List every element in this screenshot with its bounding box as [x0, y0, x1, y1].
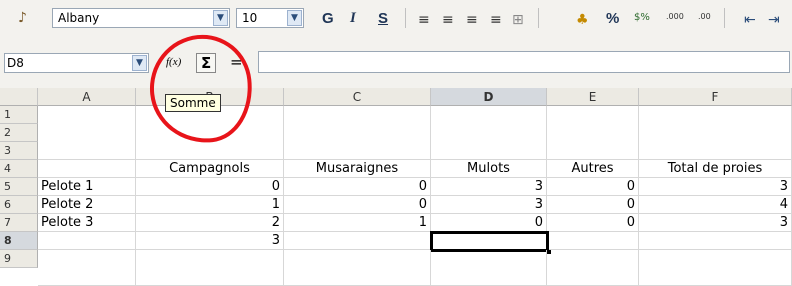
- grid-cell[interactable]: 0: [547, 214, 639, 232]
- cell-reference: D8: [7, 56, 24, 70]
- grid-cell[interactable]: [549, 232, 639, 250]
- grid-cell[interactable]: [284, 232, 431, 250]
- number-format-button[interactable]: $%: [634, 12, 650, 23]
- grid-cell[interactable]: 1: [284, 214, 431, 232]
- align-center-icon[interactable]: ≡: [442, 12, 454, 28]
- grid-cell[interactable]: 1: [136, 196, 284, 214]
- merge-cells-icon[interactable]: ⊞: [512, 12, 524, 28]
- table-row-label[interactable]: Pelote 3: [38, 214, 136, 232]
- header-cell-c4[interactable]: Musaraignes: [284, 160, 431, 178]
- grid-cell[interactable]: 2: [136, 214, 284, 232]
- currency-format-icon[interactable]: ♣: [576, 12, 589, 28]
- grid-cell[interactable]: 4: [639, 196, 792, 214]
- row-header-3[interactable]: 3: [0, 142, 38, 160]
- grid-cell[interactable]: [547, 250, 639, 286]
- justify-icon[interactable]: ≡: [490, 12, 502, 28]
- row-header-9[interactable]: 9: [0, 250, 38, 268]
- grid-cell[interactable]: [639, 250, 792, 286]
- styles-icon[interactable]: ♪: [18, 10, 27, 26]
- grid-cell[interactable]: [284, 250, 431, 286]
- name-box[interactable]: D8 ▼: [4, 53, 149, 73]
- formatting-toolbar: ♪ Albany ▼ 10 ▼ G I S ≡ ≡ ≡ ≡ ⊞ ♣ % $% .…: [0, 0, 792, 34]
- font-size-value: 10: [242, 11, 258, 25]
- grid-cell[interactable]: [431, 250, 547, 286]
- bold-button[interactable]: G: [322, 10, 334, 27]
- select-all-corner[interactable]: [0, 88, 38, 106]
- row-header-2[interactable]: 2: [0, 124, 38, 142]
- grid-cell[interactable]: 3: [431, 196, 547, 214]
- column-header-d[interactable]: D: [431, 88, 547, 106]
- align-left-icon[interactable]: ≡: [418, 12, 430, 28]
- increase-indent-icon[interactable]: ⇥: [768, 12, 780, 28]
- grid-cell[interactable]: [547, 106, 639, 160]
- row-header-8[interactable]: 8: [0, 232, 38, 250]
- grid-cell[interactable]: 0: [431, 214, 547, 232]
- grid-cell[interactable]: [38, 232, 136, 250]
- formula-input[interactable]: [258, 51, 790, 73]
- toolbar-separator: [405, 8, 406, 28]
- grid-cell[interactable]: 3: [431, 178, 547, 196]
- grid-cell[interactable]: [639, 232, 792, 250]
- grid-cell[interactable]: 0: [547, 178, 639, 196]
- toolbar-separator: [724, 8, 725, 28]
- grid-cell[interactable]: 3: [136, 232, 284, 250]
- align-right-icon[interactable]: ≡: [466, 12, 478, 28]
- remove-decimal-button[interactable]: .00: [698, 12, 711, 21]
- grid-cell[interactable]: [284, 106, 431, 160]
- header-cell-d4[interactable]: Mulots: [431, 160, 547, 178]
- grid-cell[interactable]: [431, 106, 547, 160]
- grid-cell[interactable]: [38, 250, 136, 286]
- grid-cell[interactable]: [38, 106, 136, 160]
- row-header-4[interactable]: 4: [0, 160, 38, 178]
- italic-button[interactable]: I: [350, 10, 356, 27]
- chevron-down-icon[interactable]: ▼: [213, 10, 228, 26]
- underline-button[interactable]: S: [378, 10, 388, 27]
- chevron-down-icon[interactable]: ▼: [132, 55, 147, 71]
- formula-bar: D8 ▼ f(x) Σ =: [0, 34, 792, 89]
- row-header-5[interactable]: 5: [0, 178, 38, 196]
- table-row-label[interactable]: Pelote 2: [38, 196, 136, 214]
- percent-button[interactable]: %: [606, 10, 619, 27]
- font-size-combo[interactable]: 10 ▼: [236, 8, 304, 28]
- font-name-combo[interactable]: Albany ▼: [52, 8, 230, 28]
- grid-cell[interactable]: 3: [639, 214, 792, 232]
- grid-cell[interactable]: 0: [284, 196, 431, 214]
- header-cell-b4[interactable]: Campagnols: [136, 160, 284, 178]
- header-cell-e4[interactable]: Autres: [547, 160, 639, 178]
- grid-cell[interactable]: [136, 250, 284, 286]
- chevron-down-icon[interactable]: ▼: [287, 10, 302, 26]
- row-header-1[interactable]: 1: [0, 106, 38, 124]
- column-header-f[interactable]: F: [639, 88, 792, 106]
- spreadsheet-grid[interactable]: A B C D E F 1 2 3 4 5 6 7 8 9 Campagnols…: [0, 88, 792, 286]
- header-cell-a4[interactable]: [38, 160, 136, 178]
- decrease-indent-icon[interactable]: ⇤: [744, 12, 756, 28]
- grid-cell[interactable]: [639, 106, 792, 160]
- row-header-7[interactable]: 7: [0, 214, 38, 232]
- column-header-a[interactable]: A: [38, 88, 136, 106]
- toolbar-separator: [538, 8, 539, 28]
- header-cell-f4[interactable]: Total de proies: [639, 160, 792, 178]
- active-cell-d8[interactable]: [430, 231, 549, 252]
- column-header-c[interactable]: C: [284, 88, 431, 106]
- grid-cell[interactable]: 0: [136, 178, 284, 196]
- grid-cell[interactable]: 0: [284, 178, 431, 196]
- row-header-6[interactable]: 6: [0, 196, 38, 214]
- grid-cell[interactable]: 3: [639, 178, 792, 196]
- column-header-e[interactable]: E: [547, 88, 639, 106]
- table-row-label[interactable]: Pelote 1: [38, 178, 136, 196]
- add-decimal-button[interactable]: .000: [666, 12, 684, 21]
- font-name-value: Albany: [58, 11, 100, 25]
- grid-cell[interactable]: 0: [547, 196, 639, 214]
